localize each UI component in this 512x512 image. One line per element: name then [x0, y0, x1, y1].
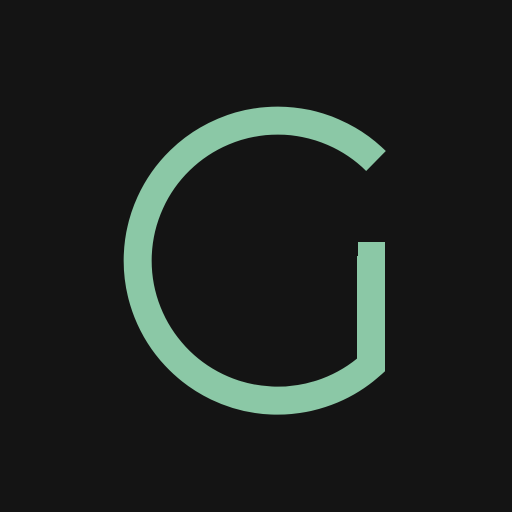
- letter-g-monogram-icon: [123, 106, 386, 415]
- letter-g-glyph: [123, 106, 386, 415]
- app-icon-tile: [0, 0, 512, 512]
